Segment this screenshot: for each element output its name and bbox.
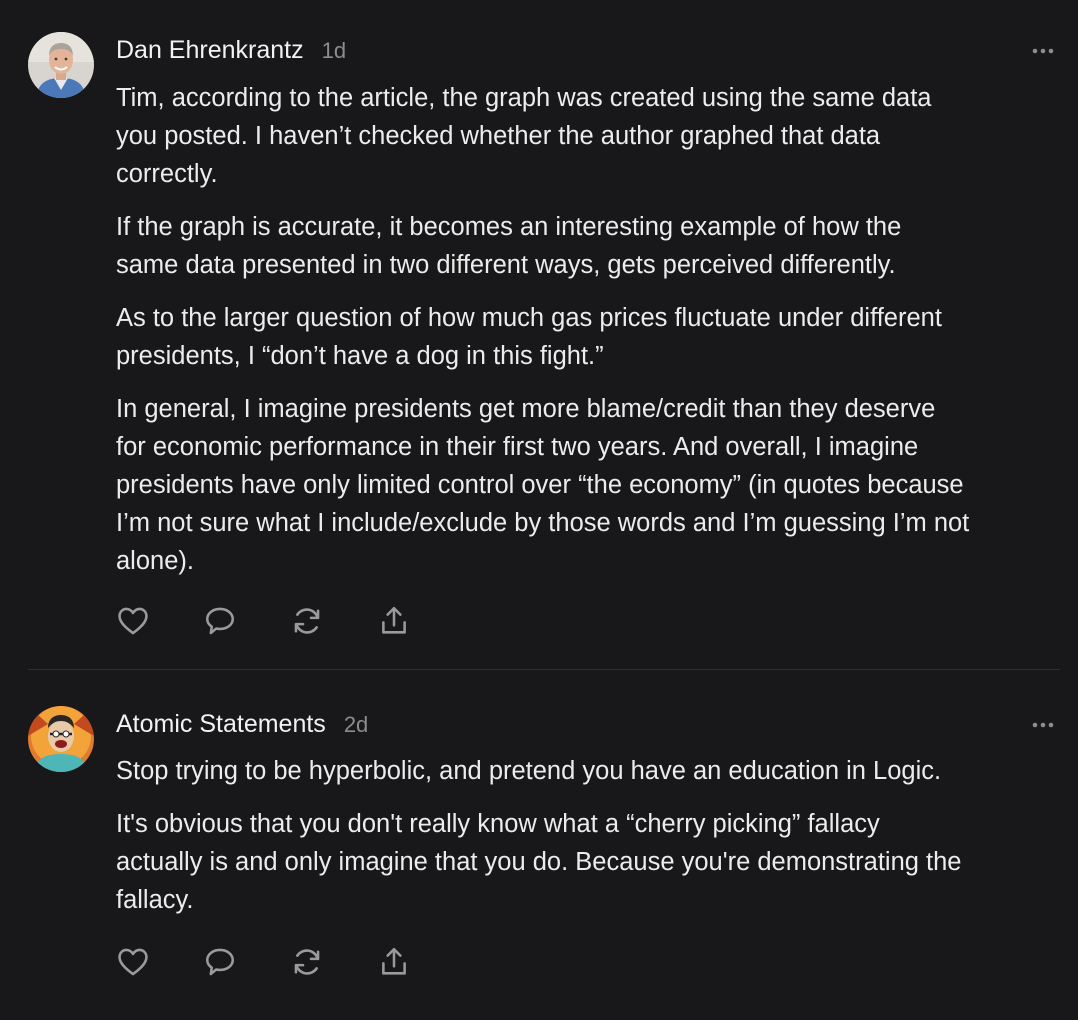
restack-icon[interactable] xyxy=(290,945,324,979)
comment-header: Dan Ehrenkrantz 1d xyxy=(116,36,346,68)
comment-body: Stop trying to be hyperbolic, and preten… xyxy=(116,752,1066,919)
comment-actions xyxy=(116,604,464,638)
text-line: As to the larger question of how much ga… xyxy=(116,304,942,332)
comment-age[interactable]: 2d xyxy=(344,712,368,738)
text-line: presidents have only limited control ove… xyxy=(116,471,964,499)
text-line: for economic performance in their first … xyxy=(116,433,919,461)
text-line: fallacy. xyxy=(116,886,194,914)
share-icon[interactable] xyxy=(377,945,411,979)
paragraph: As to the larger question of how much ga… xyxy=(116,299,1066,375)
text-line: presidents, I “don’t have a dog in this … xyxy=(116,342,604,370)
heart-icon[interactable] xyxy=(116,945,150,979)
text-line: actually is and only imagine that you do… xyxy=(116,848,962,876)
author-name[interactable]: Atomic Statements xyxy=(116,710,326,739)
heart-icon[interactable] xyxy=(116,604,150,638)
more-options-icon[interactable] xyxy=(1030,44,1056,58)
paragraph: Stop trying to be hyperbolic, and preten… xyxy=(116,752,1066,790)
comment-icon[interactable] xyxy=(203,604,237,638)
paragraph: Tim, according to the article, the graph… xyxy=(116,79,1066,193)
text-line: In general, I imagine presidents get mor… xyxy=(116,395,936,423)
text-line: same data presented in two different way… xyxy=(116,251,896,279)
text-line: I’m not sure what I include/exclude by t… xyxy=(116,509,970,537)
text-line: If the graph is accurate, it becomes an … xyxy=(116,213,902,241)
paragraph: It's obvious that you don't really know … xyxy=(116,805,1066,919)
restack-icon[interactable] xyxy=(290,604,324,638)
text-line: correctly. xyxy=(116,160,218,188)
comment-body: Tim, according to the article, the graph… xyxy=(116,79,1066,580)
share-icon[interactable] xyxy=(377,604,411,638)
avatar[interactable] xyxy=(28,706,94,772)
text-line: you posted. I haven’t checked whether th… xyxy=(116,122,881,150)
avatar[interactable] xyxy=(28,32,94,98)
author-name[interactable]: Dan Ehrenkrantz xyxy=(116,36,304,65)
paragraph: In general, I imagine presidents get mor… xyxy=(116,390,1066,580)
comment-divider xyxy=(28,669,1060,670)
comment-age[interactable]: 1d xyxy=(322,38,346,64)
text-line: Stop trying to be hyperbolic, and preten… xyxy=(116,757,942,785)
more-options-icon[interactable] xyxy=(1030,718,1056,732)
comment-icon[interactable] xyxy=(203,945,237,979)
text-line: It's obvious that you don't really know … xyxy=(116,810,880,838)
text-line: alone). xyxy=(116,547,194,575)
comment-actions xyxy=(116,945,464,979)
paragraph: If the graph is accurate, it becomes an … xyxy=(116,208,1066,284)
text-line: Tim, according to the article, the graph… xyxy=(116,84,932,112)
comment-header: Atomic Statements 2d xyxy=(116,710,368,742)
